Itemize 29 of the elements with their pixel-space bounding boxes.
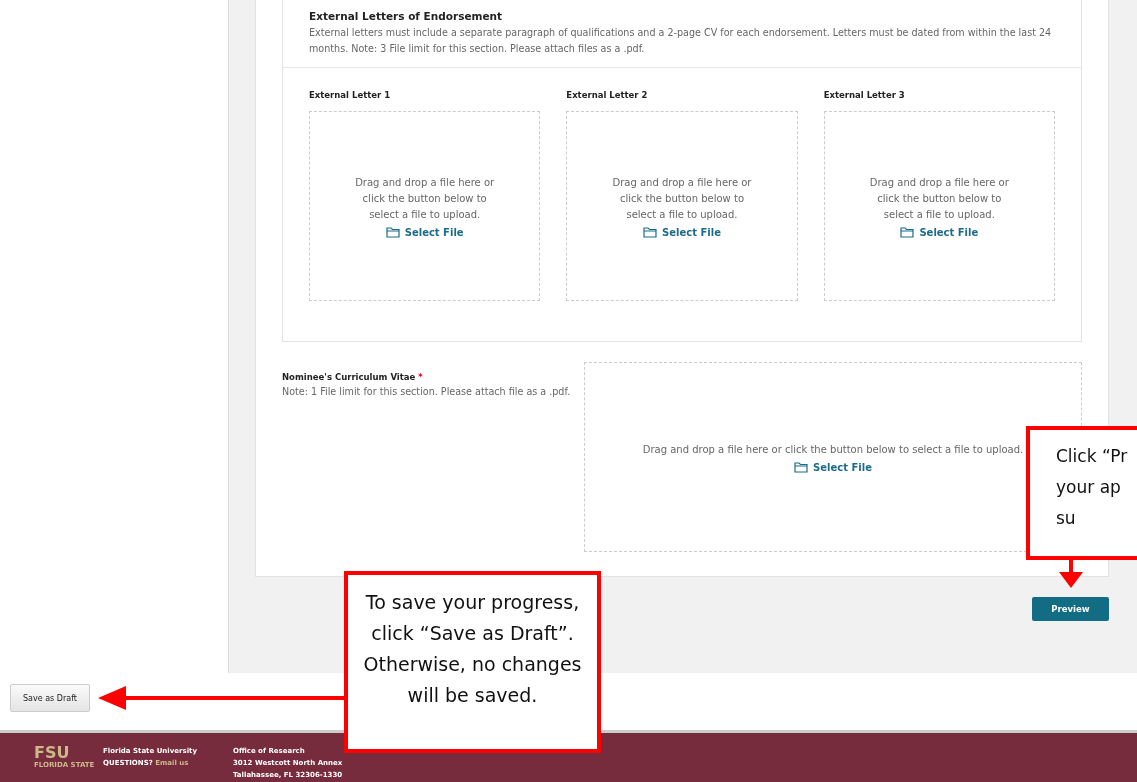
letter-label: External Letter 1 <box>309 90 392 100</box>
section-description: External letters must include a separate paragraph of qualifications and a 2-page CV for each endorsement. Letters must be dated from within the last 24 months. Note: 3 File limit for this section. Please attach files as a .pdf. <box>309 26 1053 56</box>
required-mark: * <box>418 372 423 382</box>
folder-icon <box>900 226 915 238</box>
folder-icon <box>794 461 809 473</box>
select-file-button[interactable]: Select File <box>900 226 979 238</box>
annotation-callout: To save your progress, click “Save as Draft”. Otherwise, no changes will be saved. <box>344 571 601 753</box>
select-file-button[interactable]: Select File <box>643 226 721 238</box>
select-file-button[interactable]: Select File <box>385 226 464 238</box>
annotation-callout: Click “Pr your ap su <box>1026 426 1137 560</box>
file-drop-zone[interactable]: Drag and drop a file here or click the button below to select a file to upload. Select File <box>566 111 798 301</box>
file-drop-zone[interactable]: Drag and drop a file here or click the button below to select a file to upload. Select File <box>309 111 541 301</box>
letter-label: External Letter 2 <box>566 90 649 100</box>
file-drop-zone[interactable]: Drag and drop a file here or click the button below to select a file to upload. Select File <box>823 111 1055 301</box>
drop-hint: Drag and drop a file here or click the button below to select a file to upload. <box>868 175 1010 222</box>
section-title: External Letters of Endorsement <box>309 10 504 22</box>
letter-label: External Letter 3 <box>823 90 906 100</box>
drop-hint: Drag and drop a file here or click the button below to select a file to upload. <box>611 175 753 222</box>
arrow-icon <box>98 684 345 712</box>
cv-label: Nominee's Curriculum Vitae * <box>282 372 424 382</box>
arrow-icon <box>1059 560 1083 588</box>
folder-icon <box>643 226 658 238</box>
drop-hint: Drag and drop a file here or click the button below to select a file to upload. <box>354 175 496 222</box>
save-draft-button[interactable]: Save as Draft <box>10 684 90 712</box>
select-file-button[interactable]: Select File <box>794 461 872 473</box>
drop-hint: Drag and drop a file here or click the button below to select a file to upload. <box>641 442 1025 457</box>
folder-icon <box>385 226 400 238</box>
preview-button[interactable]: Preview <box>1032 597 1109 621</box>
cv-note: Note: 1 File limit for this section. Please attach file as a .pdf. <box>282 385 572 399</box>
